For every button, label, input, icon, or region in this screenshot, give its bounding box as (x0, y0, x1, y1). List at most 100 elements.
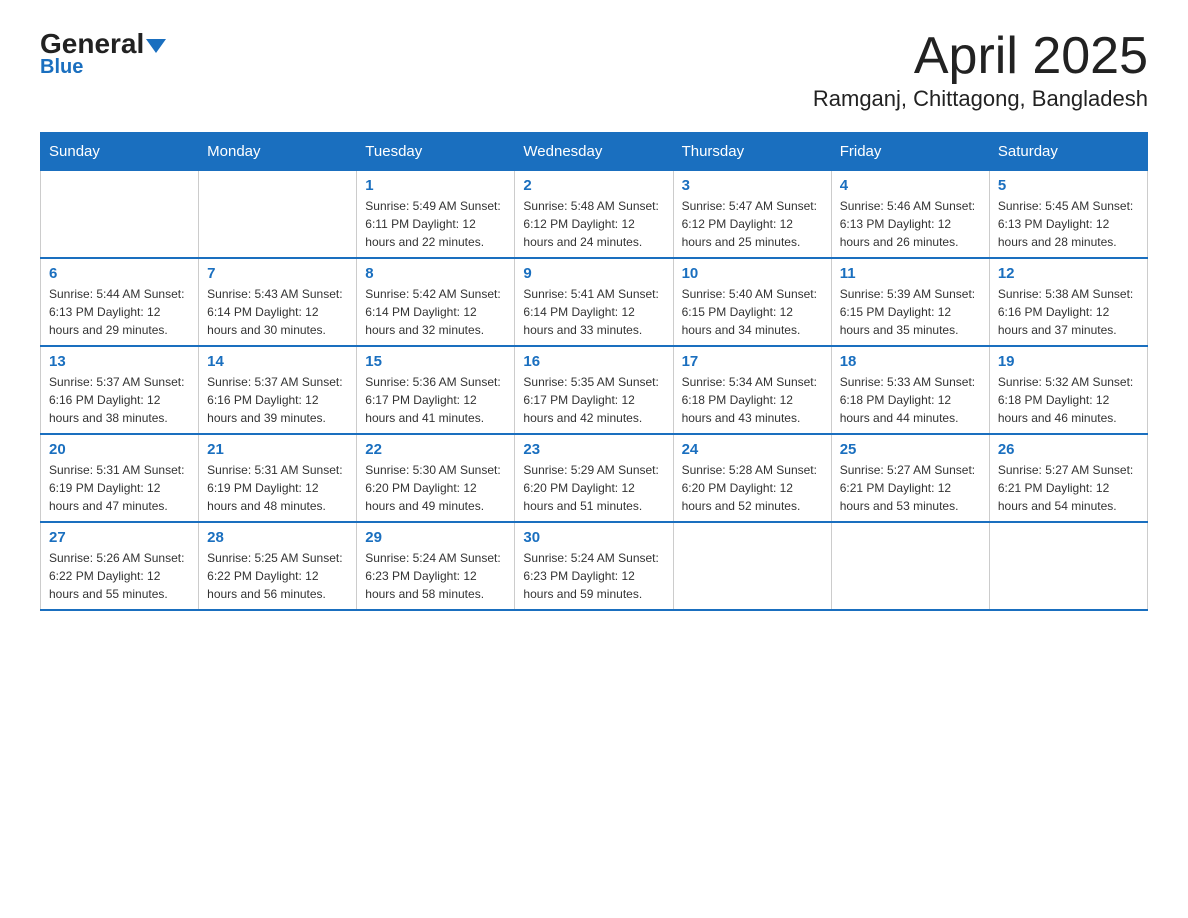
calendar-cell: 23Sunrise: 5:29 AM Sunset: 6:20 PM Dayli… (515, 434, 673, 522)
weekday-header-row: SundayMondayTuesdayWednesdayThursdayFrid… (41, 133, 1148, 171)
day-info: Sunrise: 5:47 AM Sunset: 6:12 PM Dayligh… (682, 197, 823, 251)
day-number: 9 (523, 265, 664, 282)
day-info: Sunrise: 5:33 AM Sunset: 6:18 PM Dayligh… (840, 373, 981, 427)
day-number: 27 (49, 529, 190, 546)
day-info: Sunrise: 5:37 AM Sunset: 6:16 PM Dayligh… (207, 373, 348, 427)
day-number: 4 (840, 177, 981, 194)
day-info: Sunrise: 5:40 AM Sunset: 6:15 PM Dayligh… (682, 285, 823, 339)
day-number: 2 (523, 177, 664, 194)
calendar-week-row: 6 Sunrise: 5:44 AM Sunset: 6:13 PM Daylig… (41, 258, 1148, 346)
page-header: General Blue April 2025 Ramganj, Chittag… (40, 30, 1148, 112)
calendar-cell: 7 Sunrise: 5:43 AM Sunset: 6:14 PM Daylig… (199, 258, 357, 346)
day-info: Sunrise: 5:35 AM Sunset: 6:17 PM Dayligh… (523, 373, 664, 427)
day-info: Sunrise: 5:36 AM Sunset: 6:17 PM Dayligh… (365, 373, 506, 427)
calendar-cell: 22 Sunrise: 5:30 AM Sunset: 6:20 PM Dayli… (357, 434, 515, 522)
day-info: Sunrise: 5:37 AM Sunset: 6:16 PM Dayligh… (49, 373, 190, 427)
day-info: Sunrise: 5:42 AM Sunset: 6:14 PM Dayligh… (365, 285, 506, 339)
day-number: 8 (365, 265, 506, 282)
calendar-cell: 2 Sunrise: 5:48 AM Sunset: 6:12 PM Daylig… (515, 171, 673, 259)
day-number: 25 (840, 441, 981, 458)
calendar-cell: 28 Sunrise: 5:25 AM Sunset: 6:22 PM Dayli… (199, 522, 357, 610)
day-info: Sunrise: 5:45 AM Sunset: 6:13 PM Dayligh… (998, 197, 1139, 251)
calendar-cell: 18 Sunrise: 5:33 AM Sunset: 6:18 PM Dayli… (831, 346, 989, 434)
calendar-cell: 27 Sunrise: 5:26 AM Sunset: 6:22 PM Dayli… (41, 522, 199, 610)
location: Ramganj, Chittagong, Bangladesh (813, 86, 1148, 112)
calendar-cell: 15Sunrise: 5:36 AM Sunset: 6:17 PM Dayli… (357, 346, 515, 434)
calendar-cell: 25 Sunrise: 5:27 AM Sunset: 6:21 PM Dayli… (831, 434, 989, 522)
calendar-cell (199, 171, 357, 259)
day-info: Sunrise: 5:30 AM Sunset: 6:20 PM Dayligh… (365, 461, 506, 515)
day-number: 12 (998, 265, 1139, 282)
day-number: 30 (523, 529, 664, 546)
calendar-week-row: 20 Sunrise: 5:31 AM Sunset: 6:19 PM Dayli… (41, 434, 1148, 522)
calendar-cell: 8 Sunrise: 5:42 AM Sunset: 6:14 PM Daylig… (357, 258, 515, 346)
day-number: 1 (365, 177, 506, 194)
day-number: 24 (682, 441, 823, 458)
calendar-cell (41, 171, 199, 259)
calendar-cell: 9 Sunrise: 5:41 AM Sunset: 6:14 PM Daylig… (515, 258, 673, 346)
weekday-header-monday: Monday (199, 133, 357, 171)
day-number: 21 (207, 441, 348, 458)
day-info: Sunrise: 5:28 AM Sunset: 6:20 PM Dayligh… (682, 461, 823, 515)
day-number: 5 (998, 177, 1139, 194)
day-info: Sunrise: 5:41 AM Sunset: 6:14 PM Dayligh… (523, 285, 664, 339)
day-number: 22 (365, 441, 506, 458)
day-number: 3 (682, 177, 823, 194)
calendar-cell: 21 Sunrise: 5:31 AM Sunset: 6:19 PM Dayli… (199, 434, 357, 522)
day-number: 14 (207, 353, 348, 370)
day-info: Sunrise: 5:34 AM Sunset: 6:18 PM Dayligh… (682, 373, 823, 427)
day-number: 18 (840, 353, 981, 370)
day-number: 20 (49, 441, 190, 458)
day-number: 7 (207, 265, 348, 282)
calendar-cell: 26Sunrise: 5:27 AM Sunset: 6:21 PM Dayli… (989, 434, 1147, 522)
day-info: Sunrise: 5:44 AM Sunset: 6:13 PM Dayligh… (49, 285, 190, 339)
weekday-header-thursday: Thursday (673, 133, 831, 171)
day-number: 6 (49, 265, 190, 282)
day-info: Sunrise: 5:46 AM Sunset: 6:13 PM Dayligh… (840, 197, 981, 251)
day-number: 11 (840, 265, 981, 282)
calendar-week-row: 1 Sunrise: 5:49 AM Sunset: 6:11 PM Daylig… (41, 171, 1148, 259)
day-info: Sunrise: 5:27 AM Sunset: 6:21 PM Dayligh… (998, 461, 1139, 515)
day-number: 17 (682, 353, 823, 370)
logo-triangle-icon (146, 39, 166, 53)
calendar-cell (989, 522, 1147, 610)
day-info: Sunrise: 5:48 AM Sunset: 6:12 PM Dayligh… (523, 197, 664, 251)
day-number: 28 (207, 529, 348, 546)
calendar-cell: 10 Sunrise: 5:40 AM Sunset: 6:15 PM Dayli… (673, 258, 831, 346)
calendar-cell: 11 Sunrise: 5:39 AM Sunset: 6:15 PM Dayli… (831, 258, 989, 346)
calendar-cell: 17 Sunrise: 5:34 AM Sunset: 6:18 PM Dayli… (673, 346, 831, 434)
day-info: Sunrise: 5:27 AM Sunset: 6:21 PM Dayligh… (840, 461, 981, 515)
title-area: April 2025 Ramganj, Chittagong, Banglade… (813, 30, 1148, 112)
day-info: Sunrise: 5:31 AM Sunset: 6:19 PM Dayligh… (49, 461, 190, 515)
day-info: Sunrise: 5:24 AM Sunset: 6:23 PM Dayligh… (365, 549, 506, 603)
calendar-cell: 12 Sunrise: 5:38 AM Sunset: 6:16 PM Dayli… (989, 258, 1147, 346)
weekday-header-tuesday: Tuesday (357, 133, 515, 171)
day-info: Sunrise: 5:49 AM Sunset: 6:11 PM Dayligh… (365, 197, 506, 251)
calendar-cell: 4 Sunrise: 5:46 AM Sunset: 6:13 PM Daylig… (831, 171, 989, 259)
day-info: Sunrise: 5:25 AM Sunset: 6:22 PM Dayligh… (207, 549, 348, 603)
weekday-header-sunday: Sunday (41, 133, 199, 171)
calendar-cell: 20 Sunrise: 5:31 AM Sunset: 6:19 PM Dayli… (41, 434, 199, 522)
day-number: 19 (998, 353, 1139, 370)
calendar-table: SundayMondayTuesdayWednesdayThursdayFrid… (40, 132, 1148, 611)
day-info: Sunrise: 5:31 AM Sunset: 6:19 PM Dayligh… (207, 461, 348, 515)
day-info: Sunrise: 5:38 AM Sunset: 6:16 PM Dayligh… (998, 285, 1139, 339)
weekday-header-friday: Friday (831, 133, 989, 171)
day-info: Sunrise: 5:26 AM Sunset: 6:22 PM Dayligh… (49, 549, 190, 603)
day-number: 10 (682, 265, 823, 282)
calendar-cell: 6 Sunrise: 5:44 AM Sunset: 6:13 PM Daylig… (41, 258, 199, 346)
calendar-cell (831, 522, 989, 610)
calendar-cell: 24 Sunrise: 5:28 AM Sunset: 6:20 PM Dayli… (673, 434, 831, 522)
weekday-header-wednesday: Wednesday (515, 133, 673, 171)
month-title: April 2025 (813, 30, 1148, 82)
calendar-cell: 16Sunrise: 5:35 AM Sunset: 6:17 PM Dayli… (515, 346, 673, 434)
day-info: Sunrise: 5:43 AM Sunset: 6:14 PM Dayligh… (207, 285, 348, 339)
logo: General Blue (40, 30, 166, 79)
day-info: Sunrise: 5:32 AM Sunset: 6:18 PM Dayligh… (998, 373, 1139, 427)
logo-blue: Blue (40, 56, 83, 79)
calendar-cell (673, 522, 831, 610)
day-number: 23 (523, 441, 664, 458)
calendar-cell: 1 Sunrise: 5:49 AM Sunset: 6:11 PM Daylig… (357, 171, 515, 259)
calendar-cell: 19 Sunrise: 5:32 AM Sunset: 6:18 PM Dayli… (989, 346, 1147, 434)
day-info: Sunrise: 5:39 AM Sunset: 6:15 PM Dayligh… (840, 285, 981, 339)
